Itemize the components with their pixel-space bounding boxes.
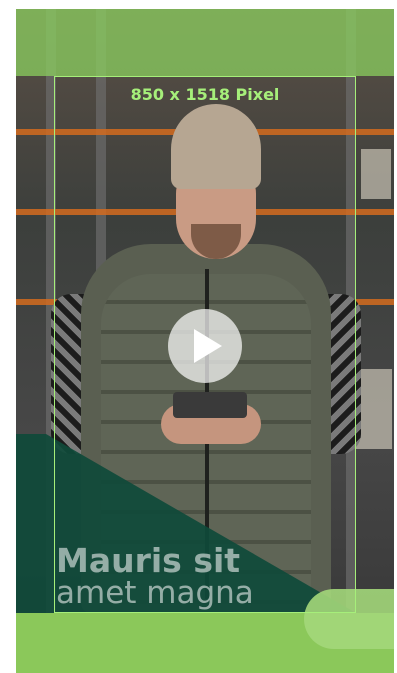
- headline-line-1: Mauris sit: [56, 541, 241, 580]
- play-button[interactable]: [168, 309, 242, 383]
- headline: Mauris sit amet magna: [56, 544, 254, 609]
- story-template-frame: 850 x 1518 Pixel Mauris sit amet magna: [16, 9, 394, 673]
- top-green-band: [16, 9, 394, 76]
- play-icon: [194, 329, 222, 363]
- dimension-label: 850 x 1518 Pixel: [130, 85, 280, 104]
- headline-line-2: amet magna: [56, 575, 254, 611]
